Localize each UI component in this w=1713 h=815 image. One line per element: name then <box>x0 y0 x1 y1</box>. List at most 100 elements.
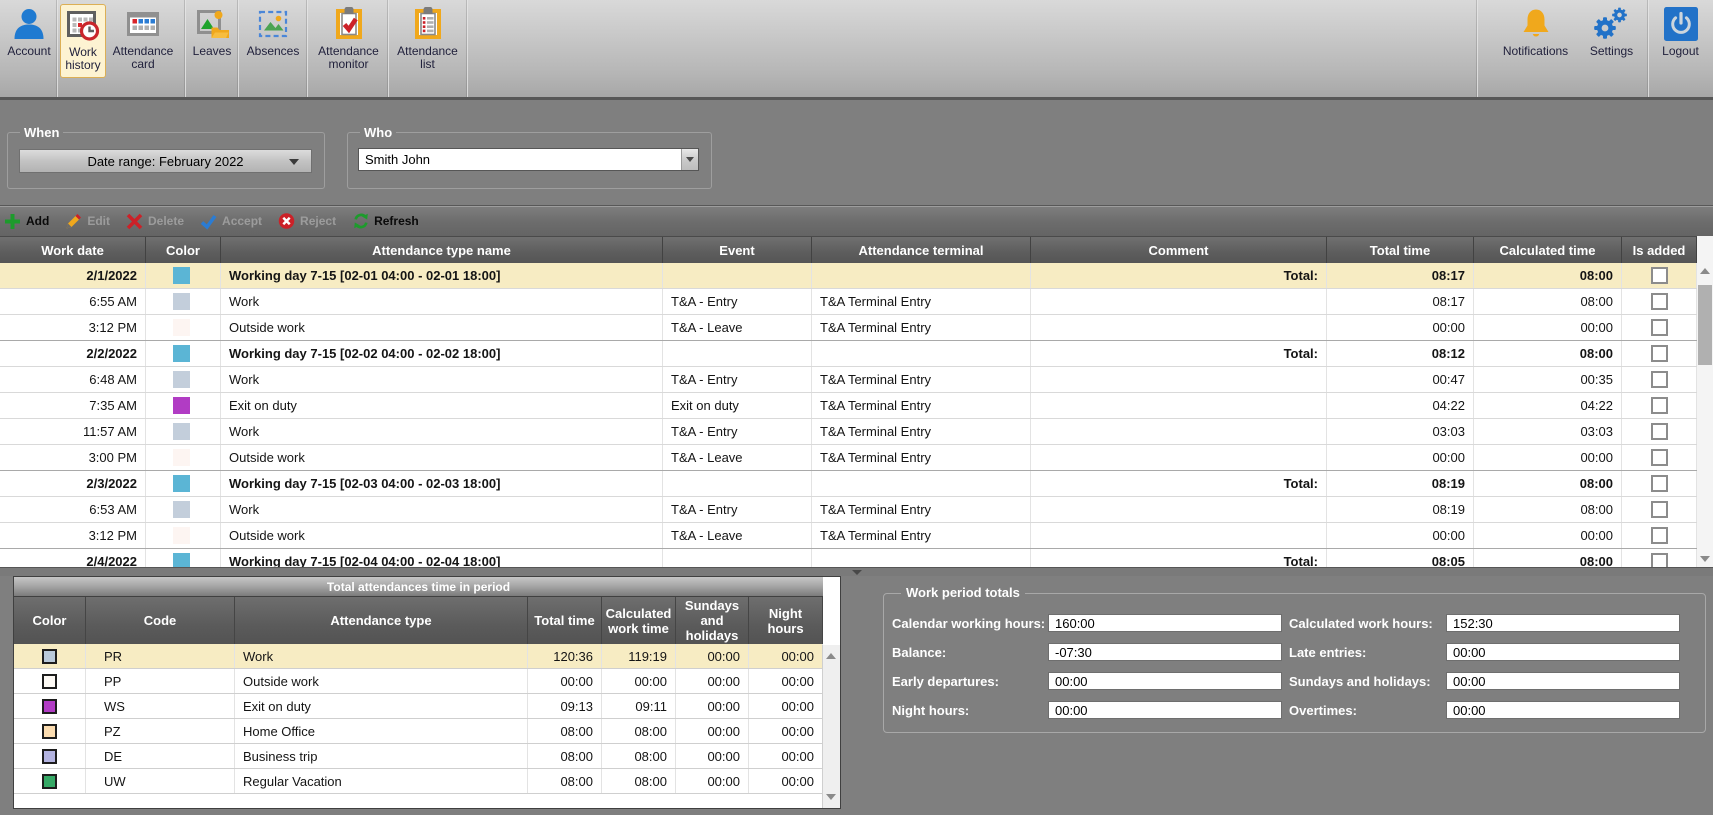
night-hours-field[interactable]: 00:00 <box>1048 701 1282 719</box>
date-range-value: Date range: February 2022 <box>87 154 243 169</box>
summary-column-header[interactable]: Attendance type <box>235 597 528 644</box>
grid-column-header[interactable]: Event <box>663 237 812 263</box>
summary-row[interactable]: PRWork120:36119:1900:0000:00 <box>14 644 823 669</box>
ribbon-button-absences[interactable]: Absences <box>239 4 307 78</box>
ribbon-button-attendance-monitor[interactable]: Attendance monitor <box>309 4 388 78</box>
scroll-up-button[interactable] <box>823 648 839 664</box>
summary-column-header[interactable]: Calculated work time <box>602 597 676 644</box>
accept-button[interactable]: Accept <box>198 209 264 233</box>
combobox-dropdown-button[interactable] <box>681 149 698 170</box>
calculated-work-hours-field[interactable]: 152:30 <box>1446 614 1680 632</box>
sundays-holidays-cell: 00:00 <box>676 719 749 743</box>
is-added-checkbox[interactable] <box>1651 371 1668 388</box>
calculated-work-time-cell: 09:11 <box>602 694 676 718</box>
attendance-color-swatch <box>42 724 57 739</box>
summary-row[interactable]: WSExit on duty09:1309:1100:0000:00 <box>14 694 823 719</box>
is-added-checkbox[interactable] <box>1651 423 1668 440</box>
scroll-up-button[interactable] <box>1697 263 1713 279</box>
delete-button[interactable]: Delete <box>124 209 186 233</box>
ribbon-button-notifications[interactable]: Notifications <box>1496 4 1575 78</box>
ribbon-button-attendance-card[interactable]: Attendance card <box>107 4 179 78</box>
grid-row[interactable]: 2/3/2022Working day 7-15 [02-03 04:00 - … <box>0 471 1697 497</box>
ribbon-separator <box>1648 0 1649 97</box>
is-added-checkbox[interactable] <box>1651 553 1668 567</box>
summary-row[interactable]: UWRegular Vacation08:0008:0000:0000:00 <box>14 769 823 794</box>
grid-row[interactable]: 3:00 PMOutside workT&A - LeaveT&A Termin… <box>0 445 1697 471</box>
grid-column-header[interactable]: Comment <box>1031 237 1327 263</box>
grid-row[interactable]: 3:12 PMOutside workT&A - LeaveT&A Termin… <box>0 523 1697 549</box>
grid-column-header[interactable]: Calculated time <box>1474 237 1622 263</box>
refresh-button[interactable]: Refresh <box>350 209 421 233</box>
grid-row[interactable]: 11:57 AMWorkT&A - EntryT&A Terminal Entr… <box>0 419 1697 445</box>
grid-row[interactable]: 6:53 AMWorkT&A - EntryT&A Terminal Entry… <box>0 497 1697 523</box>
total-time-cell: 08:19 <box>1327 497 1474 522</box>
employee-combobox[interactable]: Smith John <box>358 148 699 171</box>
grid-row[interactable]: 2/4/2022Working day 7-15 [02-04 04:00 - … <box>0 549 1697 567</box>
grid-column-header[interactable]: Total time <box>1327 237 1474 263</box>
is-added-checkbox[interactable] <box>1651 449 1668 466</box>
grid-column-header[interactable]: Work date <box>0 237 146 263</box>
summary-row[interactable]: PPOutside work00:0000:0000:0000:00 <box>14 669 823 694</box>
grid-row[interactable]: 2/2/2022Working day 7-15 [02-02 04:00 - … <box>0 341 1697 367</box>
is-added-checkbox[interactable] <box>1651 501 1668 518</box>
summary-column-header[interactable]: Sundays and holidays <box>676 597 749 644</box>
early-departures-field[interactable]: 00:00 <box>1048 672 1282 690</box>
ribbon-button-logout[interactable]: Logout <box>1652 4 1709 78</box>
code-cell: PR <box>86 644 235 668</box>
color-cell <box>146 445 221 470</box>
grid-row[interactable]: 6:48 AMWorkT&A - EntryT&A Terminal Entry… <box>0 367 1697 393</box>
is-added-checkbox[interactable] <box>1651 319 1668 336</box>
calendar-working-hours-label: Calendar working hours: <box>892 616 1045 631</box>
late-entries-field[interactable]: 00:00 <box>1446 643 1680 661</box>
grid-row[interactable]: 3:12 PMOutside workT&A - LeaveT&A Termin… <box>0 315 1697 341</box>
work-date-cell: 3:12 PM <box>0 315 146 340</box>
calculated-time-cell: 08:00 <box>1474 263 1622 288</box>
toolbar-button-label: Refresh <box>374 214 419 228</box>
add-button[interactable]: Add <box>2 209 51 233</box>
reject-button[interactable]: Reject <box>276 209 338 233</box>
balance-field[interactable]: -07:30 <box>1048 643 1282 661</box>
grid-row[interactable]: 6:55 AMWorkT&A - EntryT&A Terminal Entry… <box>0 289 1697 315</box>
summary-column-header[interactable]: Color <box>14 597 86 644</box>
work-date-cell: 2/2/2022 <box>0 341 146 366</box>
work-date-cell: 3:12 PM <box>0 523 146 548</box>
work-period-totals-groupbox: Work period totals Calendar working hour… <box>883 593 1706 733</box>
grid-column-header[interactable]: Color <box>146 237 221 263</box>
sundays-and-holidays-field[interactable]: 00:00 <box>1446 672 1680 690</box>
is-added-checkbox[interactable] <box>1651 345 1668 362</box>
grid-row[interactable]: 7:35 AMExit on dutyExit on dutyT&A Termi… <box>0 393 1697 419</box>
is-added-checkbox[interactable] <box>1651 397 1668 414</box>
scroll-down-button[interactable] <box>823 789 839 805</box>
horizontal-splitter[interactable] <box>0 567 1713 576</box>
scrollbar-thumb[interactable] <box>1698 285 1712 365</box>
event-cell: T&A - Entry <box>663 419 812 444</box>
grid-column-header[interactable]: Attendance terminal <box>812 237 1031 263</box>
scroll-down-button[interactable] <box>1697 551 1713 567</box>
ribbon-button-account[interactable]: Account <box>2 4 56 78</box>
summary-column-header[interactable]: Code <box>86 597 235 644</box>
ribbon-button-work-history[interactable]: Work history <box>60 4 106 78</box>
grid-column-header[interactable]: Is added <box>1622 237 1697 263</box>
calendar-working-hours-field[interactable]: 160:00 <box>1048 614 1282 632</box>
grid-column-header[interactable]: Attendance type name <box>221 237 663 263</box>
date-range-dropdown[interactable]: Date range: February 2022 <box>19 149 312 173</box>
ribbon-button-settings[interactable]: Settings <box>1583 4 1640 78</box>
ribbon-button-leaves[interactable]: Leaves <box>186 4 238 78</box>
is-added-checkbox[interactable] <box>1651 527 1668 544</box>
event-cell <box>663 471 812 496</box>
code-cell: UW <box>86 769 235 793</box>
grid-row[interactable]: 2/1/2022Working day 7-15 [02-01 04:00 - … <box>0 263 1697 289</box>
summary-vertical-scrollbar[interactable] <box>822 645 840 808</box>
grid-vertical-scrollbar[interactable] <box>1697 236 1713 567</box>
overtimes-field[interactable]: 00:00 <box>1446 701 1680 719</box>
summary-column-header[interactable]: Total time <box>528 597 602 644</box>
summary-row[interactable]: DEBusiness trip08:0008:0000:0000:00 <box>14 744 823 769</box>
event-cell: T&A - Leave <box>663 445 812 470</box>
edit-button[interactable]: Edit <box>63 209 112 233</box>
ribbon-button-attendance-list[interactable]: Attendance list <box>389 4 466 78</box>
summary-row[interactable]: PZHome Office08:0008:0000:0000:00 <box>14 719 823 744</box>
is-added-checkbox[interactable] <box>1651 293 1668 310</box>
is-added-checkbox[interactable] <box>1651 267 1668 284</box>
is-added-checkbox[interactable] <box>1651 475 1668 492</box>
summary-column-header[interactable]: Night hours <box>749 597 823 644</box>
